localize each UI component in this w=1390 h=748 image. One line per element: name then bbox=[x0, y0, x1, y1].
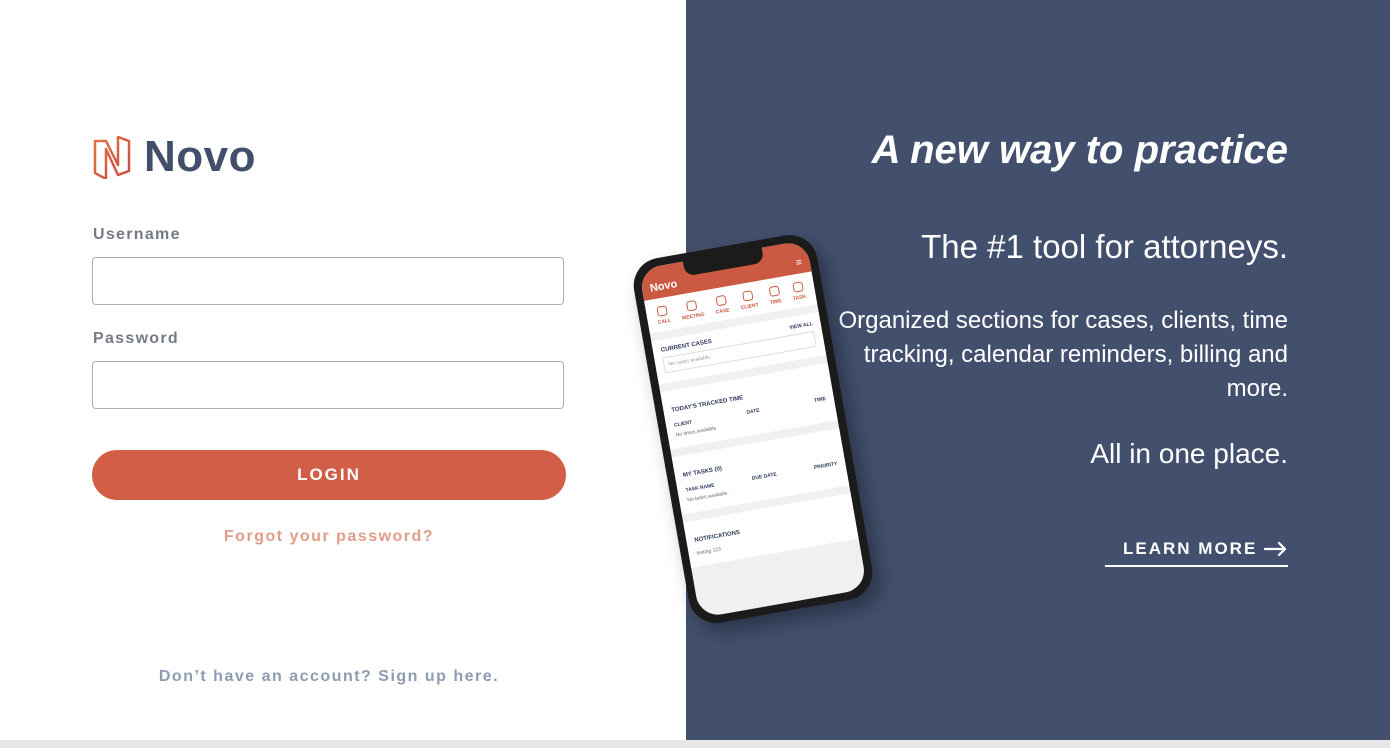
phone-section-title: MY TASKS (0) bbox=[682, 466, 723, 479]
login-panel: Novo Username Password LOGIN Forgot your… bbox=[0, 0, 686, 740]
phone-column-header: DATE bbox=[746, 407, 761, 416]
phone-action-client: CLIENT bbox=[738, 289, 759, 311]
login-button[interactable]: LOGIN bbox=[92, 450, 566, 500]
scales-icon bbox=[715, 294, 727, 307]
phone-section-title: NOTIFICATIONS bbox=[694, 529, 741, 544]
phone-action-label: TIME bbox=[769, 298, 783, 307]
promo-description: Organized sections for cases, clients, t… bbox=[838, 307, 1288, 402]
phone-action-time: TIME bbox=[767, 285, 782, 306]
learn-more-link[interactable]: LEARN MORE bbox=[1105, 532, 1288, 567]
phone-column-header: TIME bbox=[813, 395, 827, 404]
forgot-password-link[interactable]: Forgot your password? bbox=[92, 528, 566, 546]
novo-logo-icon bbox=[93, 135, 131, 179]
phone-action-label: CALL bbox=[657, 317, 672, 326]
phone-action-meeting: MEETING bbox=[679, 299, 705, 322]
phone-icon bbox=[656, 305, 669, 317]
phone-section-title: TODAY'S TRACKED TIME bbox=[671, 395, 744, 414]
hamburger-icon: ≡ bbox=[795, 257, 803, 269]
phone-action-call: CALL bbox=[655, 305, 672, 326]
phone-action-label: MEETING bbox=[681, 311, 706, 322]
password-input[interactable] bbox=[92, 361, 564, 409]
chat-icon bbox=[685, 300, 698, 312]
phone-notification-item: testing 123 bbox=[696, 546, 722, 557]
clock-icon bbox=[768, 285, 780, 298]
phone-action-label: CLIENT bbox=[740, 302, 760, 312]
phone-action-label: TASK bbox=[792, 293, 807, 303]
phone-app-brand: Novo bbox=[649, 278, 679, 295]
bottom-strip bbox=[0, 740, 1390, 748]
phone-action-case: CASE bbox=[713, 294, 731, 316]
username-label: Username bbox=[93, 226, 181, 243]
phone-view-all-link: VIEW ALL bbox=[788, 321, 814, 332]
phone-action-label: CASE bbox=[715, 307, 731, 316]
arrow-right-icon bbox=[1264, 541, 1287, 556]
brand-logo: Novo bbox=[92, 134, 256, 180]
password-label: Password bbox=[93, 330, 179, 347]
phone-column-header: DUE DATE bbox=[751, 471, 778, 482]
phone-column-header: TASK NAME bbox=[685, 482, 716, 494]
username-input[interactable] bbox=[92, 257, 564, 305]
learn-more-label: LEARN MORE bbox=[1123, 538, 1258, 558]
phone-column-header: CLIENT bbox=[673, 419, 693, 429]
promo-subhead: The #1 tool for attorneys. bbox=[921, 228, 1288, 265]
promo-headline: A new way to practice bbox=[871, 128, 1288, 172]
promo-tagline: All in one place. bbox=[1090, 438, 1288, 469]
clipboard-icon bbox=[791, 281, 804, 293]
phone-column-header: PRIORITY bbox=[813, 460, 838, 471]
signup-link[interactable]: Don’t have an account? Sign up here. bbox=[92, 668, 566, 686]
phone-action-task: TASK bbox=[790, 281, 807, 303]
person-icon bbox=[742, 290, 754, 302]
brand-name: Novo bbox=[144, 132, 256, 181]
